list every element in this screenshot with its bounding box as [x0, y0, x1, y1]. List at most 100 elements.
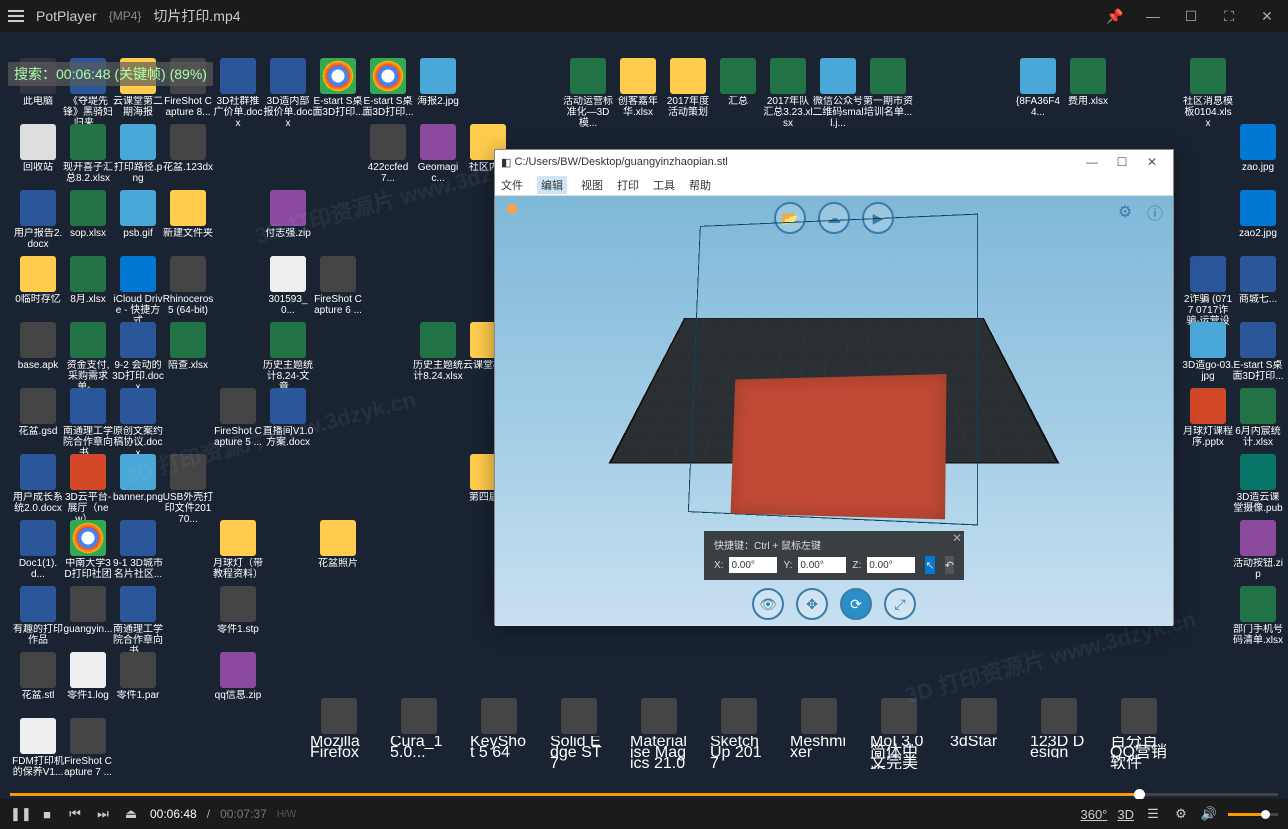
- seek-bar[interactable]: [0, 789, 1288, 799]
- desktop-icon[interactable]: 用户成长系统2.0.docx: [12, 454, 64, 514]
- desktop-icon[interactable]: guangyin...: [62, 586, 114, 635]
- 3d-button[interactable]: 3D: [1117, 807, 1134, 822]
- move-button[interactable]: ✥: [796, 588, 828, 620]
- desktop-icon[interactable]: FireShot Capture 5 ...: [212, 388, 264, 448]
- desktop-icon[interactable]: E-start S桌面3D打印...: [1232, 322, 1284, 382]
- desktop-icon[interactable]: 花盆.123dx: [162, 124, 214, 173]
- rotate-apply-button[interactable]: ↖: [925, 556, 934, 574]
- desktop-icon[interactable]: qq信息.zip: [212, 652, 264, 701]
- rotate-x-input[interactable]: [729, 557, 777, 573]
- desktop-icon[interactable]: 微信公众号二维码small.j...: [812, 58, 864, 129]
- minimize-button[interactable]: —: [1140, 3, 1166, 29]
- menu-view[interactable]: 视图: [581, 177, 603, 193]
- desktop-icon[interactable]: 零件1.stp: [212, 586, 264, 635]
- desktop-icon[interactable]: zao.jpg: [1232, 124, 1284, 173]
- desktop-icon[interactable]: 活动按钮.zip: [1232, 520, 1284, 580]
- desktop-icon[interactable]: 原创文案约稿协议.docx: [112, 388, 164, 459]
- slicer-viewport[interactable]: 📂 ☁ ▶ ⚙ ⓘ ✕ 快捷键：Ctrl + 鼠标左键 X: Y: Z: ↖ ↶: [495, 196, 1173, 626]
- desktop-icon[interactable]: 资金支付,采购需求单-...: [62, 322, 114, 393]
- taskbar-app[interactable]: Meshmixer: [790, 698, 848, 769]
- rotate-reset-button[interactable]: ↶: [945, 556, 954, 574]
- desktop-icon[interactable]: banner.png: [112, 454, 164, 503]
- desktop-icon[interactable]: psb.gif: [112, 190, 164, 239]
- desktop-icon[interactable]: 商城七...: [1232, 256, 1284, 305]
- desktop-icon[interactable]: E-start S桌面3D打印...: [362, 58, 414, 118]
- desktop-icon[interactable]: USB外壳打印文件20170...: [162, 454, 214, 525]
- desktop-icon[interactable]: 零件1.par: [112, 652, 164, 701]
- info-icon[interactable]: ⓘ: [1145, 202, 1165, 222]
- desktop-icon[interactable]: 南通理工学院合作章向书...: [112, 586, 164, 657]
- desktop-icon[interactable]: iCloud Drive - 快捷方式: [112, 256, 164, 327]
- volume-icon[interactable]: 🔊: [1200, 806, 1218, 822]
- desktop-icon[interactable]: Doc1(1).d...: [12, 520, 64, 580]
- slicer-maximize-button[interactable]: ☐: [1107, 155, 1137, 169]
- menu-tools[interactable]: 工具: [653, 177, 675, 193]
- desktop-icon[interactable]: 花盆.stl: [12, 652, 64, 701]
- desktop-icon[interactable]: 直播间V1.0方案.docx: [262, 388, 314, 448]
- desktop-icon[interactable]: 回收站: [12, 124, 64, 173]
- desktop-icon[interactable]: 海报2.jpg: [412, 58, 464, 107]
- desktop-icon[interactable]: sop.xlsx: [62, 190, 114, 239]
- rotate-panel-close-icon[interactable]: ✕: [952, 531, 962, 545]
- desktop-icon[interactable]: FDM打印机的保养V1...: [12, 718, 64, 778]
- desktop-icon[interactable]: 3D社群推广价单.docx: [212, 58, 264, 129]
- desktop-icon[interactable]: E-start S桌面3D打印...: [312, 58, 364, 118]
- stop-button[interactable]: ■: [38, 807, 56, 822]
- desktop-icon[interactable]: 9-2 会动的3D打印.docx: [112, 322, 164, 393]
- desktop-icon[interactable]: 花盆照片: [312, 520, 364, 569]
- desktop-icon[interactable]: 有趣的打印作品: [12, 586, 64, 646]
- rotate-y-input[interactable]: [798, 557, 846, 573]
- desktop-icon[interactable]: 零件1.log: [62, 652, 114, 701]
- desktop-icon[interactable]: {8FA36F44...: [1012, 58, 1064, 118]
- desktop-icon[interactable]: 2017年队汇总3.23.xlsx: [762, 58, 814, 129]
- desktop-icon[interactable]: 历史主题统计8.24.xlsx: [412, 322, 464, 382]
- desktop-icon[interactable]: 汇总: [712, 58, 764, 107]
- slicer-close-button[interactable]: ✕: [1137, 155, 1167, 169]
- eject-button[interactable]: ⏏: [122, 806, 140, 822]
- desktop-icon[interactable]: 422ccfed7...: [362, 124, 414, 184]
- desktop-icon[interactable]: 0临时存忆: [12, 256, 64, 305]
- desktop-icon[interactable]: 社区消息模板0104.xlsx: [1182, 58, 1234, 129]
- settings-icon[interactable]: ⚙: [1115, 202, 1135, 222]
- taskbar-app[interactable]: 3dStar: [950, 698, 1008, 769]
- desktop-icon[interactable]: 3D云平台-展厅（new）...: [62, 454, 114, 525]
- desktop-icon[interactable]: 付志强.zip: [262, 190, 314, 239]
- menu-help[interactable]: 帮助: [689, 177, 711, 193]
- taskbar-app[interactable]: MoI 3.0 简体中文完美版: [870, 698, 928, 769]
- desktop-icon[interactable]: 活动运营标准化—3D模...: [562, 58, 614, 129]
- desktop-icon[interactable]: 2017年度活动策划: [662, 58, 714, 118]
- desktop-icon[interactable]: 中南大学3D打印社团 ...: [62, 520, 114, 591]
- rotate-z-input[interactable]: [867, 557, 915, 573]
- taskbar-app[interactable]: 123D Design: [1030, 698, 1088, 769]
- desktop-icon[interactable]: zao2.jpg: [1232, 190, 1284, 239]
- maximize-button[interactable]: ☐: [1178, 3, 1204, 29]
- taskbar-app[interactable]: 百分百QQ营销软件: [1110, 698, 1168, 769]
- desktop-icon[interactable]: 新建文件夹: [162, 190, 214, 239]
- desktop-icon[interactable]: 南通理工学院合作章向书...: [62, 388, 114, 459]
- desktop-icon[interactable]: 历史主题统计8.24-文章...: [262, 322, 314, 393]
- rotate-button[interactable]: ⟳: [840, 588, 872, 620]
- desktop-icon[interactable]: 301593_0...: [262, 256, 314, 316]
- desktop-icon[interactable]: 创客嘉年华.xlsx: [612, 58, 664, 118]
- taskbar-app[interactable]: Mozilla Firefox: [310, 698, 368, 769]
- taskbar-app[interactable]: Materialise Magics 21.0: [630, 698, 688, 769]
- menu-print[interactable]: 打印: [617, 177, 639, 193]
- desktop-icon[interactable]: FireShot Capture 7 ...: [62, 718, 114, 778]
- volume-slider[interactable]: [1228, 813, 1278, 816]
- desktop-icon[interactable]: 3D造内部报价单.docx: [262, 58, 314, 129]
- desktop-icon[interactable]: 花盆.gsd: [12, 388, 64, 437]
- desktop-icon[interactable]: base.apk: [12, 322, 64, 371]
- settings-gear-icon[interactable]: ⚙: [1172, 806, 1190, 822]
- desktop-icon[interactable]: 陪查.xlsx: [162, 322, 214, 371]
- pin-icon[interactable]: 📌: [1102, 3, 1128, 29]
- slicer-minimize-button[interactable]: —: [1077, 155, 1107, 169]
- desktop-icon[interactable]: 用户报告2.docx: [12, 190, 64, 250]
- taskbar-app[interactable]: KeyShot 5 64: [470, 698, 528, 769]
- desktop-icon[interactable]: 第一期市资培训名单...: [862, 58, 914, 118]
- taskbar-app[interactable]: Solid Edge ST7: [550, 698, 608, 769]
- taskbar-app[interactable]: Cura_15.0...: [390, 698, 448, 769]
- scale-button[interactable]: ⤢: [884, 588, 916, 620]
- close-button[interactable]: ✕: [1254, 3, 1280, 29]
- playlist-icon[interactable]: ☰: [1144, 806, 1162, 822]
- desktop-icon[interactable]: 6月内宸统计.xlsx: [1232, 388, 1284, 448]
